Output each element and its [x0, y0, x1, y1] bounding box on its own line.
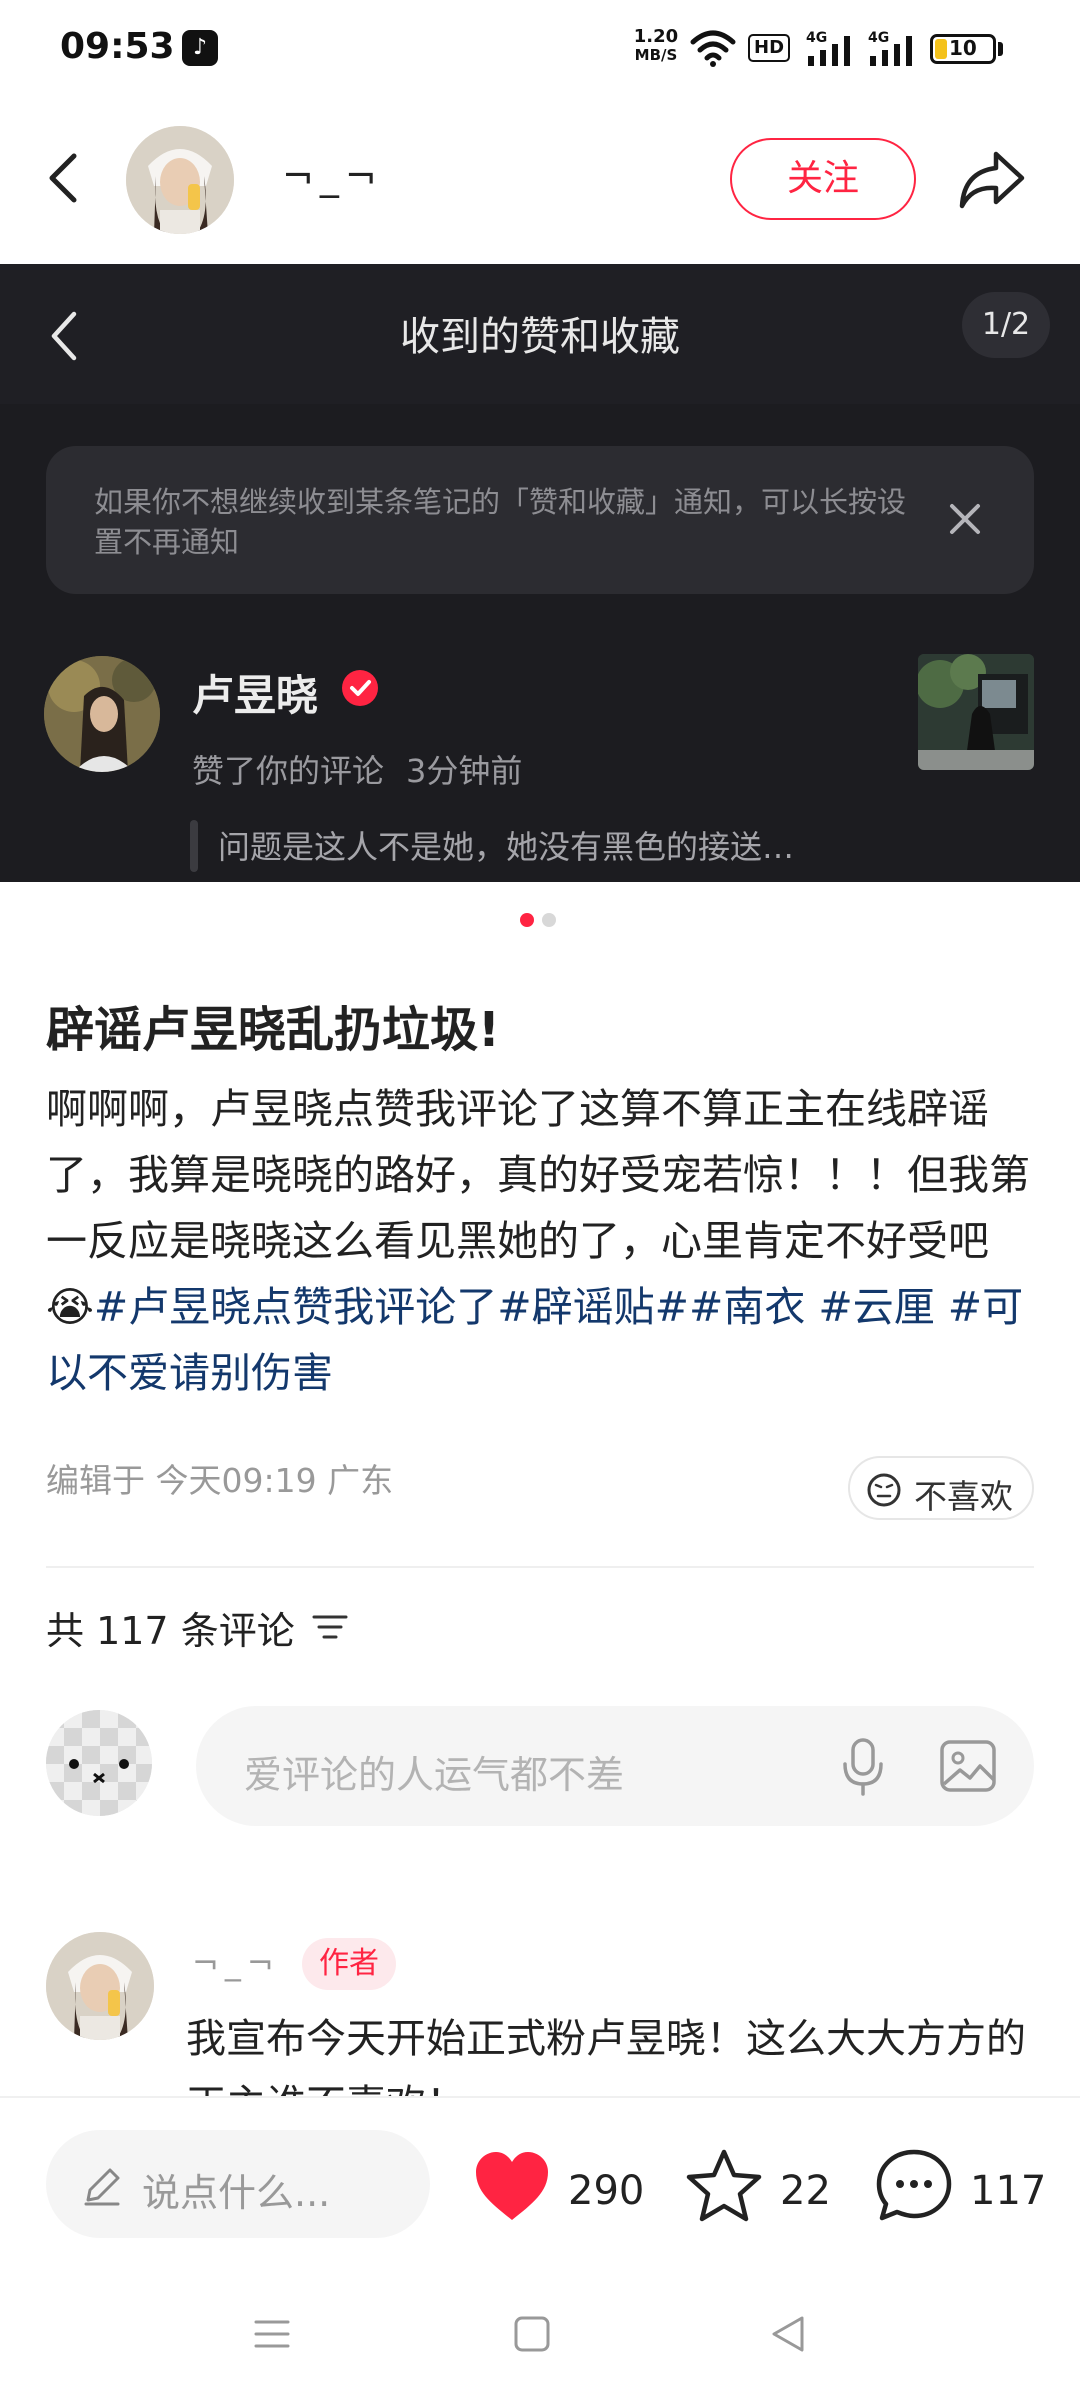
- author-badge: 作者: [302, 1938, 396, 1990]
- battery-level: 10: [949, 36, 977, 60]
- quoted-comment: 问题是这人不是她，她没有黑色的接送…: [218, 828, 795, 866]
- post-header: ¬_¬ 关注: [0, 96, 1080, 264]
- pen-icon: [84, 2168, 120, 2206]
- like-action-text: 赞了你的评论: [192, 752, 385, 790]
- battery-icon: 10: [930, 34, 996, 64]
- microphone-icon[interactable]: [836, 1736, 890, 1796]
- comment-icon: [876, 2149, 952, 2221]
- star-icon: [686, 2149, 762, 2222]
- signal-icon-2: 4G: [868, 30, 912, 66]
- my-avatar: [46, 1710, 152, 1816]
- back-nav-icon[interactable]: [768, 2314, 808, 2354]
- sort-icon[interactable]: [312, 1612, 348, 1642]
- dislike-button[interactable]: 不喜欢: [848, 1456, 1034, 1520]
- status-time: 09:53: [60, 26, 175, 67]
- hashtag[interactable]: #云厘: [805, 1283, 934, 1331]
- heart-icon: [476, 2152, 548, 2220]
- like-action-time: 3分钟前: [406, 752, 523, 790]
- image-icon[interactable]: [938, 1736, 998, 1796]
- status-bar: 09:53 ♪ 1.20 MB/S HD 4G 4G 10: [0, 0, 1080, 96]
- author-name[interactable]: ¬_¬: [282, 154, 383, 198]
- say-something-input[interactable]: 说点什么...: [46, 2130, 430, 2238]
- comment-input-placeholder: 爱评论的人运气都不差: [244, 1753, 625, 1797]
- share-icon[interactable]: [956, 146, 1028, 214]
- comment-button[interactable]: 117: [874, 2148, 1047, 2228]
- post-image[interactable]: 收到的赞和收藏 1/2 如果你不想继续收到某条笔记的「赞和收藏」通知，可以长按设…: [0, 264, 1080, 882]
- like-action: 赞了你的评论 3分钟前: [192, 746, 522, 792]
- say-something-placeholder: 说点什么...: [142, 2171, 331, 2215]
- commenter-avatar[interactable]: [46, 1932, 154, 2040]
- image-notice-box: 如果你不想继续收到某条笔记的「赞和收藏」通知，可以长按设置不再通知: [46, 446, 1034, 594]
- post-body-text: 啊啊啊，卢昱晓点赞我评论了这算不算正主在线辟谣了，我算是晓晓的路好，真的好受宠若…: [46, 1085, 1030, 1265]
- system-navigation-bar: [0, 2276, 1080, 2400]
- comment-text[interactable]: 我宣布今天开始正式粉卢昱晓！这么大大方方的正主谁不喜欢！: [186, 2006, 1046, 2106]
- edited-time: 今天09:19: [155, 1461, 317, 1500]
- edited-label: 编辑于: [46, 1461, 145, 1500]
- verified-icon: [342, 670, 378, 706]
- liker-name: 卢昱晓: [192, 671, 319, 720]
- divider: [46, 1566, 1034, 1568]
- image-notice-text: 如果你不想继续收到某条笔记的「赞和收藏」通知，可以长按设置不再通知: [94, 485, 907, 559]
- liker-avatar: [44, 656, 160, 772]
- post-location: 广东: [327, 1461, 394, 1500]
- collect-count: 22: [780, 2168, 831, 2214]
- neutral-face-icon: [867, 1473, 901, 1507]
- wifi-icon: [690, 30, 736, 67]
- image-notification-header: 收到的赞和收藏 1/2: [0, 264, 1080, 404]
- network-speed-value: 1.20: [633, 26, 679, 47]
- image-title: 收到的赞和收藏: [400, 314, 680, 360]
- post-body: 啊啊啊，卢昱晓点赞我评论了这算不算正主在线辟谣了，我算是晓晓的路好，真的好受宠若…: [46, 1076, 1036, 1406]
- crying-emoji: 😭: [46, 1283, 94, 1331]
- network-speed: 1.20 MB/S: [630, 26, 682, 65]
- comment-count: 共 117 条评论: [46, 1609, 295, 1653]
- quote-bar: [190, 820, 198, 872]
- close-icon: [950, 504, 980, 534]
- like-count: 290: [568, 2168, 645, 2214]
- commenter-name[interactable]: ¬_¬: [192, 1944, 280, 1982]
- follow-button[interactable]: 关注: [730, 138, 916, 220]
- dislike-label: 不喜欢: [914, 1477, 1013, 1516]
- author-avatar[interactable]: [126, 126, 234, 234]
- post-title: 辟谣卢昱晓乱扔垃圾!: [46, 1002, 500, 1058]
- collect-button[interactable]: 22: [684, 2148, 834, 2228]
- signal-icon-1: 4G: [806, 30, 850, 66]
- bottom-action-bar: 说点什么... 290 22 117: [0, 2096, 1080, 2276]
- hd-voice-icon: HD: [748, 34, 791, 62]
- comment-input[interactable]: 爱评论的人运气都不差: [196, 1706, 1034, 1826]
- hashtag[interactable]: 辟谣贴#: [532, 1283, 689, 1331]
- carousel-dot: [542, 913, 556, 927]
- menu-icon[interactable]: [252, 2314, 292, 2354]
- tiktok-notification-icon: ♪: [182, 30, 218, 66]
- home-icon[interactable]: [512, 2314, 552, 2354]
- like-button[interactable]: 290: [472, 2148, 645, 2228]
- network-speed-unit: MB/S: [634, 46, 678, 64]
- carousel-dot-active: [520, 913, 534, 927]
- post-meta: 编辑于 今天09:19 广东: [46, 1454, 393, 1502]
- liked-note-thumbnail: [918, 654, 1034, 770]
- comment-count-badge: 117: [970, 2168, 1047, 2214]
- carousel-indicator: [520, 912, 564, 931]
- svg-text:4G: 4G: [868, 30, 889, 46]
- hashtag[interactable]: #南衣: [689, 1283, 805, 1331]
- back-icon[interactable]: [36, 146, 96, 210]
- image-counter: 1/2: [962, 292, 1050, 358]
- hashtag[interactable]: #卢昱晓点赞我评论了#: [94, 1283, 532, 1331]
- svg-text:4G: 4G: [806, 30, 827, 46]
